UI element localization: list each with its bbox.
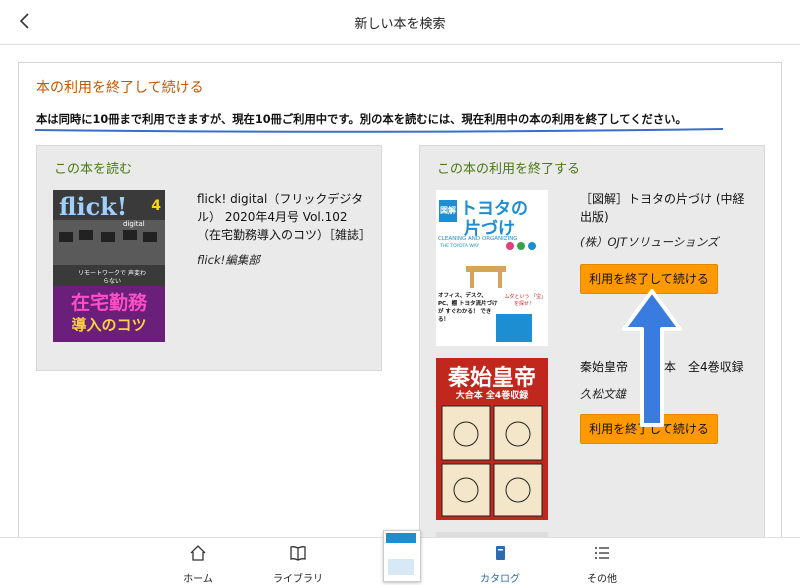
cover-issue: 4 bbox=[151, 198, 161, 214]
cover-headline-2: 導入のコツ bbox=[71, 316, 147, 334]
menu-icon bbox=[595, 547, 609, 559]
read-book-title: flick! digital（フリックデジタル） 2020年4月号 Vol.10… bbox=[197, 192, 372, 242]
notice-underline bbox=[34, 128, 724, 133]
cover-brand: flick! bbox=[59, 192, 128, 221]
bottom-nav: ホーム ライブラリ カタログ その他 bbox=[0, 530, 800, 585]
nav-more[interactable]: その他 bbox=[562, 544, 642, 585]
nav-catalog[interactable]: カタログ bbox=[460, 544, 540, 585]
book-1-title: ［図解］トヨタの片づけ (中経出版) bbox=[580, 192, 745, 224]
flick-cover[interactable]: flick! 4 digital リモートワークで 声変わらない 在宅勤務 導入… bbox=[53, 190, 165, 342]
shikotei-cover[interactable]: 秦始皇帝 大合本 全4巻収録 bbox=[436, 358, 548, 520]
read-card-title: この本を読む bbox=[54, 162, 133, 177]
return-book-panel: 本の利用を終了して続ける 本は同時に10冊まで利用できますが、現在10冊ご利用中… bbox=[18, 62, 782, 567]
nav-home[interactable]: ホーム bbox=[158, 544, 238, 585]
read-book-author: flick!編集部 bbox=[197, 253, 260, 267]
cover-lead: オフィス、デスク、PC、棚 トヨタ流片づけが すぐわかる！ できる！ bbox=[438, 293, 498, 323]
end-card-title: この本の利用を終了する bbox=[437, 162, 581, 177]
currently-reading-thumbnail[interactable] bbox=[383, 530, 421, 582]
cover-caption: リモートワークで 声変わらない bbox=[78, 270, 146, 285]
cover-bubble: ムダという 「宝」を探せ！ bbox=[504, 294, 544, 307]
shikotei-cover-art bbox=[441, 405, 543, 517]
book-open-icon bbox=[290, 546, 306, 561]
end-book-card: この本の利用を終了する 図解 トヨタの 片づけ CLEANING AND ORG… bbox=[419, 145, 765, 567]
top-bar: 新しい本を検索 bbox=[0, 0, 800, 45]
cover-sub: digital bbox=[123, 220, 145, 228]
page-title: 新しい本を検索 bbox=[354, 17, 446, 32]
arrow-up-annotation-icon bbox=[622, 289, 682, 427]
nav-library[interactable]: ライブラリ bbox=[258, 544, 338, 585]
catalog-icon bbox=[496, 546, 505, 560]
panel-title: 本の利用を終了して続ける bbox=[36, 80, 204, 96]
toyota-cover[interactable]: 図解 トヨタの 片づけ CLEANING AND ORGANIZING THE … bbox=[436, 190, 548, 346]
read-book-card: この本を読む flick! 4 digital リモートワークで 声変わらない … bbox=[36, 145, 382, 371]
limit-notice: 本は同時に10冊まで利用できますが、現在10冊ご利用中です。別の本を読むには、現… bbox=[36, 113, 687, 126]
book-2-author: 久松文雄 bbox=[580, 387, 626, 401]
cover-headline-1: 在宅勤務 bbox=[70, 292, 147, 314]
home-icon bbox=[190, 545, 206, 561]
book-1-author: (株）OJTソリューションズ bbox=[580, 235, 719, 249]
